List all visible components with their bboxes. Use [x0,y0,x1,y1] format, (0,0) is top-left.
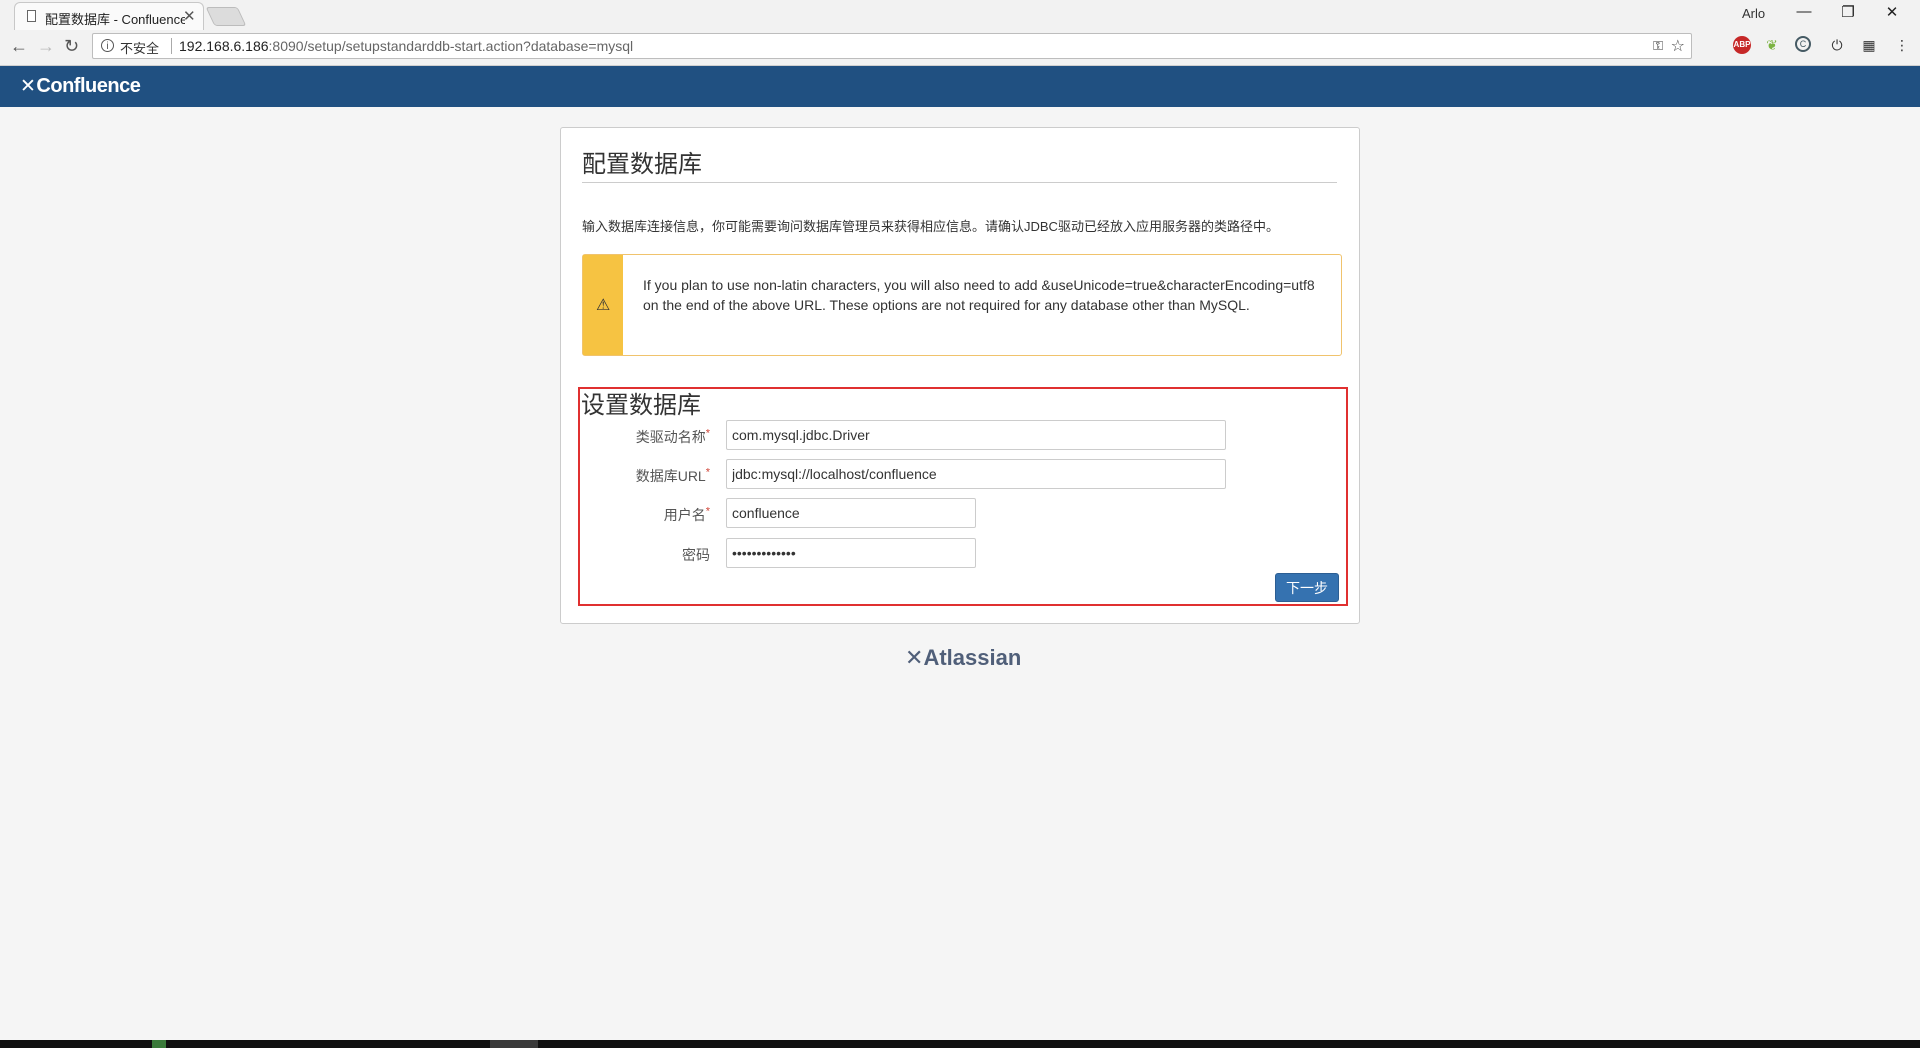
driver-class-input[interactable] [726,420,1226,450]
restore-icon[interactable]: ❐ [1828,3,1868,21]
atlassian-text: Atlassian [923,645,1022,670]
atlassian-mark-icon: ✕ [905,645,924,670]
username-label-text: 用户名 [663,507,706,523]
app-header: ✕Confluence [0,66,1920,107]
next-button[interactable]: 下一步 [1275,573,1339,602]
taskbar-item[interactable] [490,1040,538,1048]
username-input[interactable] [726,498,976,528]
warning-message: ⚠ If you plan to use non-latin character… [582,254,1342,356]
page-icon [27,10,36,22]
browser-tab[interactable]: 配置数据库 - Confluence ✕ [14,2,204,30]
confluence-mark-icon: ✕ [20,76,36,97]
menu-icon[interactable]: ⋮ [1893,36,1911,54]
minimize-icon[interactable]: — [1784,3,1824,20]
abp-icon[interactable]: ABP [1733,36,1751,54]
url-host: 192.168.6.186 [179,38,269,54]
forward-icon[interactable]: → [37,36,55,57]
info-icon[interactable]: i [101,39,114,52]
key-icon[interactable]: ⚿ [1653,38,1663,54]
password-label-text: 密码 [682,547,710,563]
close-window-icon[interactable]: ✕ [1872,3,1912,21]
back-icon[interactable]: ← [10,36,28,57]
taskbar [0,1040,1920,1048]
url-path: :8090/setup/setupstandarddb-start.action… [268,38,634,54]
confluence-logo[interactable]: ✕Confluence [20,75,141,98]
address-bar[interactable]: i 不安全 192.168.6.186:8090/setup/setupstan… [92,33,1692,59]
qr-icon[interactable]: ▦ [1860,36,1878,54]
taskbar-item[interactable] [152,1040,166,1048]
title-divider [582,182,1337,183]
required-mark: * [705,466,710,479]
close-tab-icon[interactable]: ✕ [183,7,196,25]
warning-icon: ⚠ [596,297,611,314]
tab-title: 配置数据库 - Confluence [45,12,185,27]
reload-icon[interactable]: ↻ [64,36,79,57]
password-label: 密码 [590,545,710,565]
required-mark: * [705,427,710,440]
new-tab-button[interactable] [205,7,247,26]
warning-text: If you plan to use non-latin characters,… [643,277,1315,313]
url-text[interactable]: 192.168.6.186:8090/setup/setupstandarddb… [179,38,633,54]
circle-c-icon[interactable]: C [1795,36,1811,52]
logo-text: Confluence [36,75,141,97]
page-title: 配置数据库 [582,151,702,178]
username-label: 用户名* [590,505,710,525]
password-input[interactable] [726,538,976,568]
atlassian-logo: ✕Atlassian [905,645,1021,671]
leaf-icon[interactable]: ❦ [1763,36,1781,54]
address-toolbar: ← → ↻ i 不安全 192.168.6.186:8090/setup/set… [0,30,1920,66]
power-icon[interactable]: ⏻ [1828,36,1846,54]
database-url-input[interactable] [726,459,1226,489]
required-mark: * [705,505,710,518]
intro-text: 输入数据库连接信息，你可能需要询问数据库管理员来获得相应信息。请确认JDBC驱动… [582,219,1279,234]
driver-label: 类驱动名称* [590,427,710,447]
browser-tab-bar: 配置数据库 - Confluence ✕ Arlo — ❐ ✕ [0,0,1920,30]
security-label[interactable]: 不安全 [120,38,159,57]
profile-name[interactable]: Arlo [1742,6,1765,21]
url-label: 数据库URL* [590,466,710,486]
url-label-text: 数据库URL [635,468,706,484]
section-title: 设置数据库 [581,392,701,419]
bookmark-star-icon[interactable]: ☆ [1671,36,1685,56]
driver-label-text: 类驱动名称 [635,429,706,445]
divider [171,38,172,54]
